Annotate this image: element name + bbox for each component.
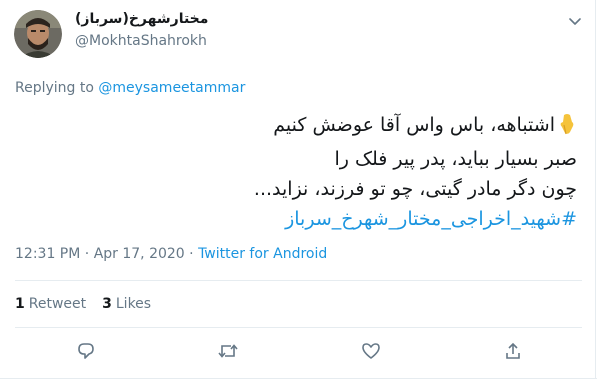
display-name[interactable]: مختارشهرخ(سرباز) xyxy=(75,11,208,27)
divider xyxy=(15,327,582,328)
tweet-card: مختارشهرخ(سرباز) @MokhtaShahrokh Replyin… xyxy=(0,0,597,379)
tweet-line-1-text: اشتباهه، باس واس آقا عوضش کنیم xyxy=(273,114,555,136)
avatar-image xyxy=(14,10,62,58)
reply-mention-link[interactable]: @meysameetammar xyxy=(98,80,245,96)
tweet-line-3: چون دگر مادر گیتی، چو تو فرزند، نزاید... xyxy=(253,178,577,200)
replying-to: Replying to @meysameetammar xyxy=(15,80,245,96)
avatar[interactable] xyxy=(14,10,62,58)
tweet-date[interactable]: Apr 17, 2020 xyxy=(94,246,185,262)
like-count-label: Likes xyxy=(115,296,152,312)
chevron-down-icon[interactable] xyxy=(567,14,583,30)
share-icon[interactable] xyxy=(499,337,527,365)
like-count-link[interactable]: 3 Likes xyxy=(102,296,151,312)
like-count: 3 xyxy=(102,296,112,312)
reply-icon[interactable] xyxy=(72,337,100,365)
meta-separator: · xyxy=(184,246,199,262)
hashtag-link[interactable]: #شهید_اخراجی_مختار_شهرخ_سرباز xyxy=(285,208,577,230)
tweet-source-link[interactable]: Twitter for Android xyxy=(198,246,327,262)
replying-to-label: Replying to xyxy=(15,80,99,96)
user-handle[interactable]: @MokhtaShahrokh xyxy=(75,33,207,49)
divider xyxy=(15,280,582,281)
tweet-time[interactable]: 12:31 PM xyxy=(15,246,80,262)
tweet-text: اشتباهه، باس واس آقا عوضش کنیم صبر بسیار… xyxy=(17,110,577,234)
retweet-count: 1 xyxy=(15,296,25,312)
meta-separator: · xyxy=(80,246,94,262)
retweet-icon[interactable] xyxy=(214,337,242,365)
like-icon[interactable] xyxy=(357,337,385,365)
tweet-line-1: اشتباهه، باس واس آقا عوضش کنیم xyxy=(17,110,577,144)
tweet-line-2: صبر بسیار بباید، پدر پیر فلک را xyxy=(334,148,577,170)
card-border-right xyxy=(595,0,596,379)
retweet-count-link[interactable]: 1 Retweet xyxy=(15,296,86,312)
tweet-meta: 12:31 PM · Apr 17, 2020 · Twitter for An… xyxy=(15,246,327,262)
retweet-count-label: Retweet xyxy=(28,296,87,312)
tweet-stats: 1 Retweet 3 Likes xyxy=(15,296,167,312)
tweet-actions xyxy=(0,337,597,369)
pointing-down-hand-icon xyxy=(557,113,577,144)
